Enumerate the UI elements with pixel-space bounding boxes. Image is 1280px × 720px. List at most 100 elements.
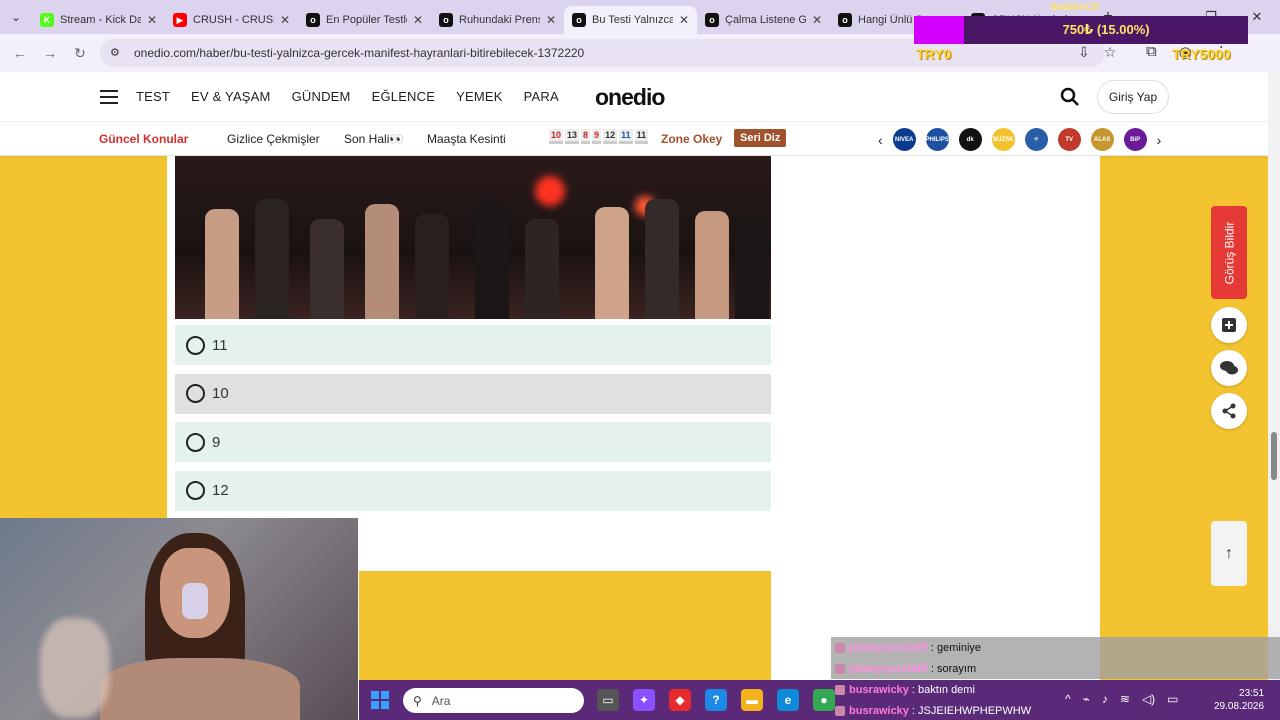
login-button[interactable]: Giriş Yap: [1097, 80, 1169, 114]
taskbar-search[interactable]: ⚲ Ara: [403, 688, 584, 713]
close-tab-icon[interactable]: ✕: [679, 13, 689, 27]
radio-button[interactable]: [186, 432, 205, 452]
omnibox-actions: ⇩ ☆: [1078, 44, 1116, 61]
task-view-icon[interactable]: ▭: [597, 689, 619, 711]
radio-button[interactable]: [186, 384, 205, 403]
browser-tab[interactable]: o En Popüler Testle ✕: [298, 6, 431, 34]
quiz-option[interactable]: 11: [175, 325, 771, 365]
comments-icon[interactable]: [1211, 350, 1247, 386]
zone-okey-link[interactable]: Zone Okey: [661, 132, 722, 146]
feedback-button[interactable]: Görüş Bildir: [1211, 206, 1247, 299]
help-icon[interactable]: ?: [705, 689, 727, 711]
brand-logo[interactable]: TV: [1057, 128, 1081, 151]
chat-text: : JSJEIEHWPHEPWHW: [911, 704, 1032, 717]
file-explorer-icon[interactable]: ▬: [741, 689, 763, 711]
taskbar-search-placeholder: Ara: [431, 693, 451, 708]
quiz-option[interactable]: 10: [175, 373, 771, 414]
app-icon[interactable]: ◆: [669, 689, 691, 711]
option-label: 11: [212, 336, 228, 354]
forward-icon[interactable]: →: [35, 45, 65, 61]
browser-tab[interactable]: ▶ CRUSH - CRUSH ✕: [165, 6, 298, 34]
scrollbar-thumb[interactable]: [1271, 432, 1277, 480]
quiz-option[interactable]: 9: [175, 422, 771, 462]
edge-icon[interactable]: e: [777, 689, 799, 711]
reload-icon[interactable]: ↻: [65, 45, 95, 62]
windows-start-icon[interactable]: [371, 691, 389, 709]
brand-logo[interactable]: NIVEA: [892, 128, 916, 151]
tab-favicon-icon: o: [705, 13, 719, 27]
radio-button[interactable]: [186, 481, 205, 500]
bookmark-star-icon[interactable]: ☆: [1104, 44, 1117, 61]
chat-badge-icon: [835, 663, 845, 674]
site-info-icon[interactable]: ⚙: [110, 46, 124, 60]
topic-link[interactable]: Gizlice Çekmişler: [227, 132, 320, 146]
donation-text: 750₺ (15.00%): [1062, 22, 1150, 37]
brand-carousel: ‹ NIVEA PHILIPS dk BÜZSK ✳ TV ALAS BiP ›: [878, 128, 1161, 151]
browser-tab[interactable]: o Çalma Listene G ✕: [697, 6, 830, 34]
close-tab-icon[interactable]: ✕: [546, 13, 556, 27]
install-icon[interactable]: ⇩: [1078, 44, 1090, 61]
chat-message: busrawicky: baktın demi: [831, 679, 1280, 700]
close-tab-icon[interactable]: ✕: [147, 13, 157, 27]
nav-link[interactable]: EĞLENCE: [372, 89, 436, 104]
nav-link[interactable]: EV & YAŞAM: [191, 89, 271, 104]
onedio-logo[interactable]: onedio: [595, 84, 665, 111]
brand-logo[interactable]: PHILIPS: [926, 128, 949, 151]
number-game-tag[interactable]: 10 13 8 9 12 11 11: [549, 129, 649, 144]
browser-tab[interactable]: o Ruhundaki Prens ✕: [431, 6, 564, 34]
topic-link[interactable]: Son Hali👀: [344, 132, 404, 146]
brand-logo[interactable]: BiP: [1123, 128, 1147, 151]
trending-bar: Güncel Konular Gizlice Çekmişler Son Hal…: [0, 122, 1268, 156]
scroll-to-top-button[interactable]: ↑: [1211, 521, 1247, 586]
tab-title: Bu Testi Yalnızca: [592, 14, 673, 26]
chat-text: : baktın demi: [911, 683, 975, 696]
nav-link[interactable]: GÜNDEM: [292, 89, 351, 104]
radio-button[interactable]: [186, 335, 205, 355]
back-icon[interactable]: ←: [5, 45, 35, 61]
number-tile: 8: [581, 129, 591, 144]
tab-favicon-icon: o: [572, 13, 586, 27]
browser-tab[interactable]: K Stream - Kick Da ✕: [32, 6, 165, 34]
browser-tab[interactable]: o Bu Testi Yalnızca ✕: [564, 6, 697, 34]
copilot-icon[interactable]: ✦: [633, 689, 655, 711]
close-tab-icon[interactable]: ✕: [280, 13, 290, 27]
topic-link[interactable]: Maaşta Kesinti: [427, 132, 506, 146]
chat-text: : geminiye: [930, 641, 982, 654]
tab-search-icon[interactable]: ⌄: [0, 0, 32, 34]
quiz-question-image: [175, 156, 771, 319]
number-tile: 13: [565, 129, 580, 144]
hamburger-menu-icon[interactable]: [100, 90, 118, 104]
brand-logo[interactable]: ALAS: [1090, 128, 1114, 151]
chevron-right-icon[interactable]: ›: [1157, 132, 1162, 148]
quiz-option[interactable]: 12: [175, 470, 771, 511]
page-scrollbar[interactable]: [1268, 72, 1280, 720]
brand-logo[interactable]: BÜZSK: [991, 128, 1015, 151]
chevron-left-icon[interactable]: ‹: [878, 132, 883, 148]
nav-link[interactable]: TEST: [136, 89, 170, 104]
donation-fill: [914, 16, 965, 44]
nav-link[interactable]: PARA: [524, 89, 559, 104]
share-icon[interactable]: [1211, 393, 1247, 429]
brand-logo[interactable]: dk: [958, 128, 982, 151]
chat-text: : sorayım: [930, 662, 977, 675]
donation-bar: 750₺ (15.00%): [914, 16, 1248, 44]
webcam-overlay: [0, 518, 358, 720]
extensions-icon[interactable]: ⧉: [1146, 43, 1157, 61]
tab-title: Çalma Listene G: [725, 14, 806, 26]
nav-link[interactable]: YEMEK: [456, 89, 503, 104]
chat-message-body: JSJEIEHWPHEPWHW: [918, 704, 1032, 717]
tab-favicon-icon: K: [40, 13, 54, 27]
search-icon: ⚲: [413, 693, 422, 708]
seri-diz-button[interactable]: Seri Diz: [734, 129, 787, 147]
chat-message-body: sorayım: [936, 662, 977, 675]
brand-logo[interactable]: ✳: [1024, 128, 1048, 151]
tab-title: Ruhundaki Prens: [459, 14, 540, 26]
add-note-icon[interactable]: [1211, 307, 1247, 343]
number-tile: 10: [549, 129, 564, 144]
close-tab-icon[interactable]: ✕: [812, 13, 822, 27]
tab-favicon-icon: ▶: [173, 13, 187, 27]
close-tab-icon[interactable]: ✕: [413, 13, 423, 27]
option-label: 12: [212, 482, 229, 499]
url-text[interactable]: onedio.com/haber/bu-testi-yalnizca-gerce…: [134, 46, 584, 60]
search-icon[interactable]: [1060, 87, 1080, 107]
